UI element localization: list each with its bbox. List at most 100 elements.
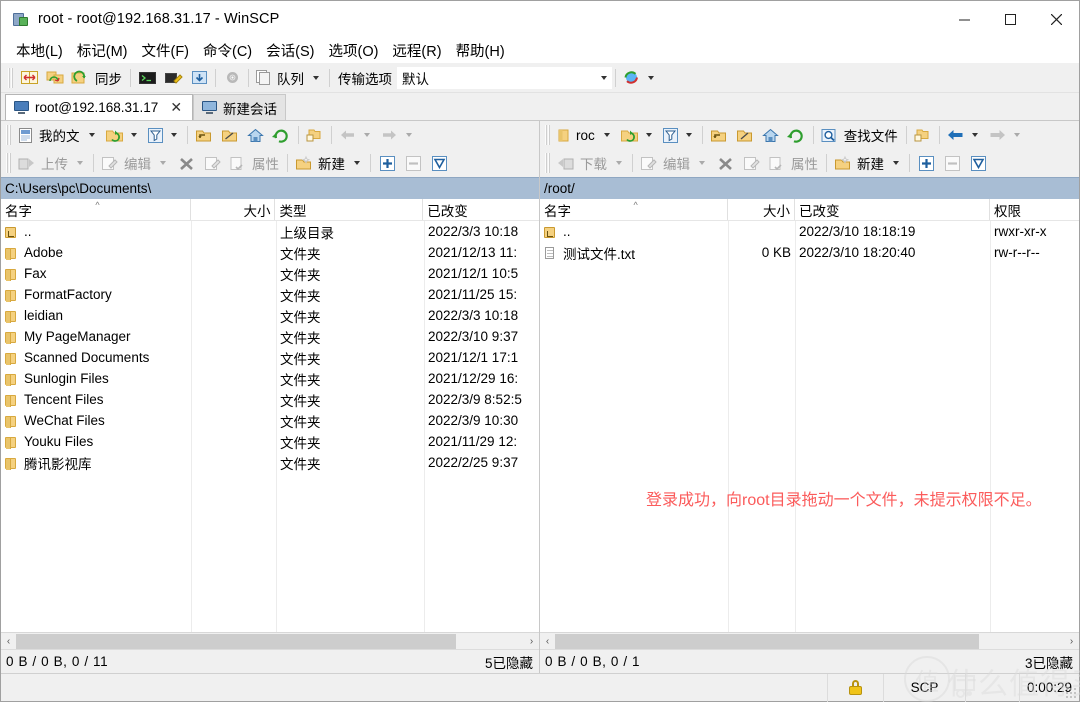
remote-select-add-button[interactable] [913,150,939,176]
chevron-down-icon[interactable] [597,75,611,80]
scroll-right-icon[interactable]: › [1064,634,1079,649]
local-scroll-thumb[interactable] [16,633,456,649]
local-properties-button[interactable]: 属性 [225,150,284,176]
chevron-down-icon[interactable] [616,161,622,165]
remote-rename-button[interactable] [738,150,764,176]
scroll-right-icon[interactable]: › [524,634,539,649]
scroll-left-icon[interactable]: ‹ [540,634,555,649]
table-row[interactable]: Scanned Documents 文件夹 2021/12/1 17:1 [1,347,539,368]
remote-path-bar[interactable]: /root/ [540,177,1079,199]
chevron-down-icon[interactable] [685,133,692,137]
table-row[interactable]: 腾讯影视库 文件夹 2022/2/25 9:37 [1,452,539,473]
put-command-button[interactable] [160,65,186,91]
menu-mark[interactable]: 标记(M) [70,38,135,63]
chevron-down-icon[interactable] [645,133,652,137]
chevron-down-icon[interactable] [88,133,95,137]
remote-file-list[interactable]: 登录成功，向root目录拖动一个文件，未提示权限不足。 .. 2022/3/10 … [540,221,1079,632]
remote-delete-button[interactable] [712,150,738,176]
remote-invert-selection-button[interactable] [965,150,991,176]
local-filter-button[interactable] [144,122,184,148]
local-drive-selector[interactable]: 我的文 [14,122,102,148]
local-edit-button[interactable]: 编辑 [97,150,173,176]
remote-horizontal-scrollbar[interactable]: ‹ › [540,632,1079,649]
remote-forward-button[interactable] [985,122,1027,148]
table-row[interactable]: WeChat Files 文件夹 2022/3/9 10:30 [1,410,539,431]
synchronize-browsing-button[interactable] [42,65,68,91]
transfer-settings-button[interactable] [186,65,212,91]
local-new-directory-button[interactable] [217,122,243,148]
chevron-down-icon[interactable] [648,75,654,80]
open-terminal-button[interactable] [134,65,160,91]
remote-new-directory-button[interactable] [732,122,758,148]
remote-new-button[interactable]: 新建 [830,150,906,176]
remote-parent-directory-button[interactable] [706,122,732,148]
maximize-button[interactable] [987,1,1033,37]
menu-file[interactable]: 文件(F) [134,38,196,63]
chevron-down-icon[interactable] [354,161,360,165]
chevron-down-icon[interactable] [130,133,137,137]
local-back-button[interactable] [335,122,377,148]
download-button[interactable]: 下载 [553,150,629,176]
close-icon[interactable]: ✕ [168,99,184,116]
refresh-session-button[interactable] [619,65,661,91]
menu-session[interactable]: 会话(S) [259,38,321,63]
local-refresh-button[interactable] [269,122,295,148]
session-tab-active[interactable]: root@192.168.31.17 ✕ [5,94,194,120]
local-scroll-track[interactable] [16,633,524,649]
upload-button[interactable]: 上传 [14,150,90,176]
chevron-down-icon[interactable] [313,75,319,80]
remote-bookmark-button[interactable] [910,122,936,148]
synchronize-button[interactable]: 同步 [68,65,127,91]
remote-home-button[interactable] [758,122,784,148]
table-row[interactable]: My PageManager 文件夹 2022/3/10 9:37 [1,326,539,347]
chevron-down-icon[interactable] [170,133,177,137]
table-row[interactable]: .. 2022/3/10 18:18:19 rwxr-xr-x [540,221,1079,242]
local-column-type[interactable]: 类型 [275,199,424,220]
table-row[interactable]: Tencent Files 文件夹 2022/3/9 8:52:5 [1,389,539,410]
local-home-button[interactable] [243,122,269,148]
chevron-down-icon[interactable] [77,161,83,165]
remote-edit-button[interactable]: 编辑 [636,150,712,176]
chevron-down-icon[interactable] [1013,133,1020,137]
menu-local[interactable]: 本地(L) [9,38,70,63]
local-rename-button[interactable] [199,150,225,176]
local-column-name[interactable]: 名字 ^ [1,199,191,220]
remote-column-size[interactable]: 大小 [728,199,795,220]
remote-filter-button[interactable] [659,122,699,148]
menu-help[interactable]: 帮助(H) [449,38,512,63]
local-horizontal-scrollbar[interactable]: ‹ › [1,632,539,649]
table-row[interactable]: Sunlogin Files 文件夹 2021/12/29 16: [1,368,539,389]
table-row[interactable]: Fax 文件夹 2021/12/1 10:5 [1,263,539,284]
menu-command[interactable]: 命令(C) [196,38,259,63]
local-column-modified[interactable]: 已改变 [423,199,539,220]
encryption-indicator[interactable] [827,673,883,702]
remote-back-button[interactable] [943,122,985,148]
scroll-left-icon[interactable]: ‹ [1,634,16,649]
new-session-tab[interactable]: 新建会话 [193,94,287,120]
remote-column-modified[interactable]: 已改变 [795,199,990,220]
chevron-down-icon[interactable] [363,133,370,137]
menu-options[interactable]: 选项(O) [321,38,385,63]
local-path-bar[interactable]: C:\Users\pc\Documents\ [1,177,539,199]
close-button[interactable] [1033,1,1079,37]
local-select-add-button[interactable] [374,150,400,176]
remote-open-directory-button[interactable] [617,122,659,148]
table-row[interactable]: leidian 文件夹 2022/3/3 10:18 [1,305,539,326]
chevron-down-icon[interactable] [603,133,610,137]
remote-column-name[interactable]: 名字 ^ [540,199,728,220]
remote-directory-selector[interactable]: roc [553,122,617,148]
local-open-directory-button[interactable] [102,122,144,148]
local-select-remove-button[interactable] [400,150,426,176]
menu-remote[interactable]: 远程(R) [385,38,448,63]
table-row[interactable]: 测试文件.txt 0 KB 2022/3/10 18:20:40 rw-r--r-- [540,242,1079,263]
resize-grip[interactable] [1065,687,1077,699]
local-file-list[interactable]: .. 上级目录 2022/3/3 10:18 Adobe 文件夹 2021/12/13 1… [1,221,539,632]
preferences-gear-icon[interactable] [219,65,245,91]
chevron-down-icon[interactable] [971,133,978,137]
remote-scroll-thumb[interactable] [555,633,979,649]
chevron-down-icon[interactable] [160,161,166,165]
local-column-size[interactable]: 大小 [191,199,276,220]
remote-column-permissions[interactable]: 权限 [990,199,1079,220]
table-row[interactable]: Adobe 文件夹 2021/12/13 11: [1,242,539,263]
local-bookmark-button[interactable] [302,122,328,148]
